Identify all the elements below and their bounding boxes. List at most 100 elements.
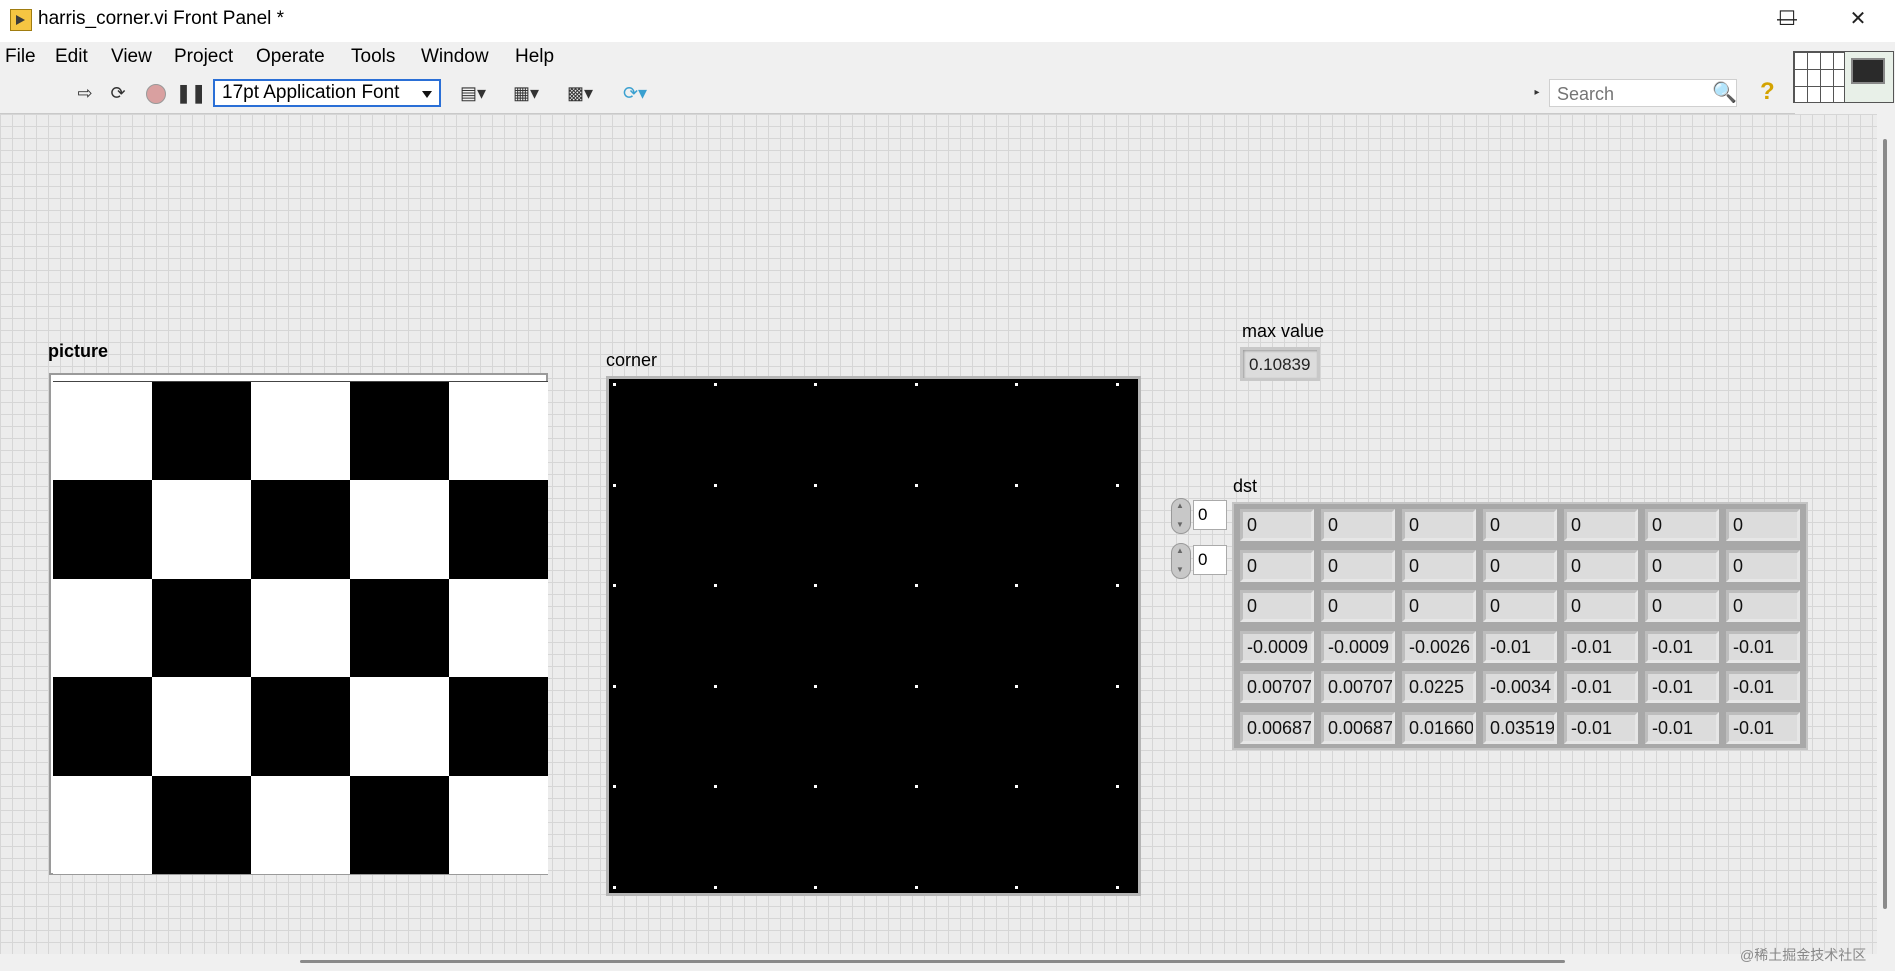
dst-cell[interactable]: -0.01: [1645, 671, 1719, 703]
dst-cell[interactable]: 0: [1402, 549, 1476, 582]
checker-square: [53, 677, 152, 776]
menu-view[interactable]: View: [111, 46, 152, 68]
dst-cell[interactable]: 0: [1240, 509, 1314, 541]
checkerboard-image: [53, 381, 548, 874]
horizontal-scroll-thumb[interactable]: [300, 960, 1565, 963]
dst-cell[interactable]: 0: [1645, 509, 1719, 541]
column-index-spinner[interactable]: [1171, 543, 1191, 579]
dst-cell[interactable]: 0.01660: [1402, 711, 1476, 744]
corner-point: [1015, 684, 1018, 688]
corner-point: [1015, 885, 1018, 889]
checker-square: [251, 382, 350, 481]
dst-cell[interactable]: -0.0034: [1483, 671, 1557, 703]
connector-pane-icon[interactable]: [1793, 51, 1847, 103]
menu-project[interactable]: Project: [174, 46, 233, 68]
corner-point: [1115, 684, 1119, 688]
menu-window[interactable]: Window: [421, 46, 489, 68]
dst-cell[interactable]: 0: [1726, 509, 1800, 541]
context-help-icon[interactable]: ?: [1760, 78, 1775, 106]
corner-point: [814, 785, 817, 788]
menu-tools[interactable]: Tools: [351, 46, 395, 68]
dst-cell[interactable]: 0.00707: [1240, 671, 1314, 703]
reorder-icon[interactable]: ⟳▾: [617, 81, 653, 105]
corner-image[interactable]: [606, 376, 1141, 896]
maximize-button[interactable]: ☐: [1757, 0, 1817, 40]
dst-cell[interactable]: 0: [1726, 590, 1800, 622]
dst-row-index[interactable]: 0: [1171, 498, 1229, 534]
dst-cell[interactable]: -0.0026: [1402, 630, 1476, 663]
search-field[interactable]: [1549, 79, 1737, 107]
dst-cell[interactable]: 0: [1645, 549, 1719, 582]
row-index-value[interactable]: 0: [1193, 500, 1227, 530]
dst-cell[interactable]: 0: [1483, 590, 1557, 622]
horizontal-scrollbar[interactable]: [0, 954, 1877, 971]
dst-array: 0 0 0 0 0 0 0 0 0 0 0 0 0 0 0 0 0 0 0 0 0 -0.0009 -0.0009 -0.00…: [1232, 502, 1808, 750]
row-index-spinner[interactable]: [1171, 498, 1191, 534]
vertical-scroll-thumb[interactable]: [1883, 139, 1887, 909]
menu-help[interactable]: Help: [515, 46, 554, 68]
dst-cell[interactable]: 0: [1240, 549, 1314, 582]
search-input[interactable]: [1555, 81, 1699, 107]
search-icon[interactable]: 🔍: [1712, 80, 1737, 105]
corner-point: [1115, 885, 1119, 889]
dst-cell[interactable]: 0: [1402, 590, 1476, 622]
dst-cell[interactable]: -0.0009: [1240, 630, 1314, 663]
dst-cell[interactable]: 0.00687: [1240, 711, 1314, 744]
checker-square: [251, 480, 350, 579]
dst-cell[interactable]: 0: [1645, 590, 1719, 622]
picture-control[interactable]: [49, 373, 548, 875]
corner-point: [613, 785, 616, 788]
vertical-scrollbar[interactable]: [1877, 114, 1895, 954]
font-select[interactable]: 17pt Application Font: [213, 79, 441, 107]
abort-icon[interactable]: [144, 81, 168, 105]
menu-edit[interactable]: Edit: [55, 46, 88, 68]
dst-cell[interactable]: -0.01: [1564, 711, 1638, 744]
dst-cell[interactable]: -0.01: [1726, 711, 1800, 744]
dst-cell[interactable]: 0.03519: [1483, 711, 1557, 744]
chevron-down-icon: [422, 91, 432, 98]
run-arrow-icon[interactable]: ⇨: [73, 81, 97, 105]
corner-point: [914, 885, 918, 889]
checker-square: [449, 382, 548, 481]
dst-cell[interactable]: 0: [1483, 549, 1557, 582]
dst-cell[interactable]: 0.0225: [1402, 671, 1476, 703]
close-button[interactable]: ✕: [1828, 0, 1888, 40]
dst-cell[interactable]: -0.01: [1564, 630, 1638, 663]
menu-operate[interactable]: Operate: [256, 46, 325, 68]
dst-cell[interactable]: 0.00707: [1321, 671, 1395, 703]
corner-point: [713, 383, 717, 386]
menu-file[interactable]: File: [5, 46, 36, 68]
checker-square: [449, 775, 548, 874]
search-expand-icon[interactable]: ▸: [1530, 81, 1544, 105]
dst-cell[interactable]: -0.01: [1645, 630, 1719, 663]
dst-column-index[interactable]: 0: [1171, 543, 1229, 579]
distribute-objects-icon[interactable]: ▦▾: [508, 81, 544, 105]
dst-cell[interactable]: 0.00687: [1321, 711, 1395, 744]
align-objects-icon[interactable]: ▤▾: [455, 81, 491, 105]
dst-cell[interactable]: 0: [1321, 549, 1395, 582]
dst-cell[interactable]: -0.0009: [1321, 630, 1395, 663]
dst-cell[interactable]: 0: [1483, 509, 1557, 541]
vi-icon[interactable]: [1844, 51, 1894, 103]
dst-cell[interactable]: 0: [1240, 590, 1314, 622]
dst-cell[interactable]: 0: [1402, 509, 1476, 541]
dst-cell[interactable]: -0.01: [1645, 711, 1719, 744]
pause-icon[interactable]: ❚❚: [176, 81, 206, 105]
dst-cell[interactable]: 0: [1321, 509, 1395, 541]
corner-point: [713, 684, 717, 688]
dst-cell[interactable]: 0: [1321, 590, 1395, 622]
run-continuously-icon[interactable]: ⟳: [106, 81, 130, 105]
dst-cell[interactable]: -0.01: [1564, 671, 1638, 703]
dst-cell[interactable]: -0.01: [1726, 671, 1800, 703]
corner-point: [613, 483, 616, 487]
font-select-value: 17pt Application Font: [222, 82, 400, 103]
dst-cell[interactable]: 0: [1726, 549, 1800, 582]
dst-cell[interactable]: 0: [1564, 509, 1638, 541]
dst-cell[interactable]: 0: [1564, 590, 1638, 622]
resize-objects-icon[interactable]: ▩▾: [562, 81, 598, 105]
dst-cell[interactable]: -0.01: [1726, 630, 1800, 663]
column-index-value[interactable]: 0: [1193, 545, 1227, 575]
dst-cell[interactable]: -0.01: [1483, 630, 1557, 663]
corner-point: [1115, 584, 1119, 587]
dst-cell[interactable]: 0: [1564, 549, 1638, 582]
